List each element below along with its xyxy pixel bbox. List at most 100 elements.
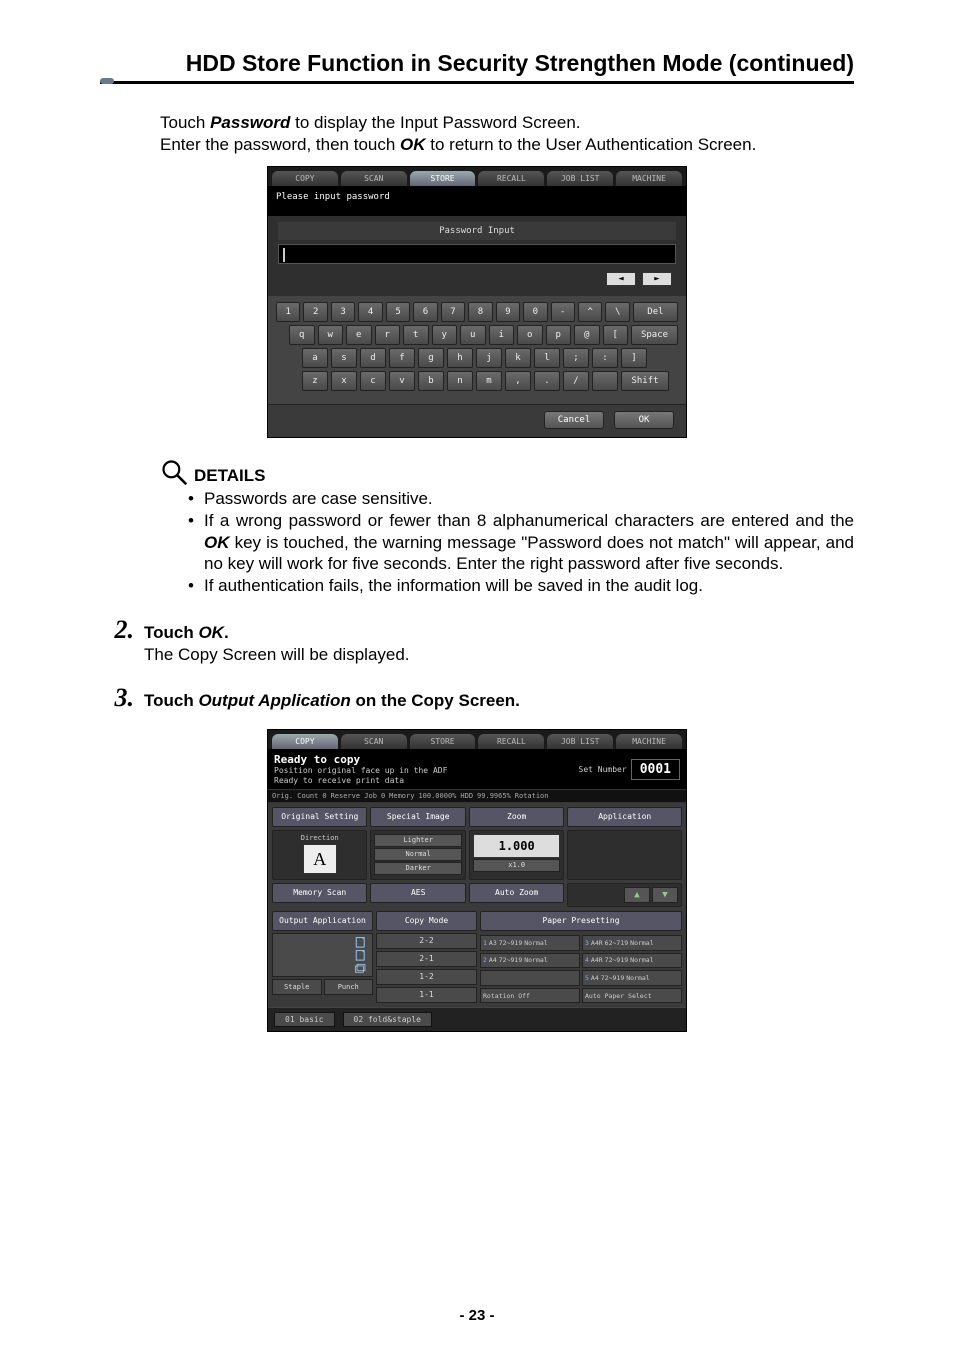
key-h[interactable]: h xyxy=(447,348,473,368)
paper-size: A4R xyxy=(591,956,603,964)
detail-item-2: If a wrong password or fewer than 8 alph… xyxy=(188,510,854,575)
key-0[interactable]: 0 xyxy=(523,302,547,322)
key-at[interactable]: @ xyxy=(574,325,600,345)
key-w[interactable]: w xyxy=(318,325,344,345)
copy-mode-1-1[interactable]: 1-1 xyxy=(376,987,477,1003)
key-slash[interactable]: / xyxy=(563,371,589,391)
key-9[interactable]: 9 xyxy=(496,302,520,322)
copy-mode-2-2[interactable]: 2-2 xyxy=(376,933,477,949)
special-image-button[interactable]: Special Image xyxy=(370,807,465,827)
key-lbracket[interactable]: [ xyxy=(603,325,629,345)
key-m[interactable]: m xyxy=(476,371,502,391)
key-6[interactable]: 6 xyxy=(413,302,437,322)
copy-mode-1-2[interactable]: 1-2 xyxy=(376,969,477,985)
key-2[interactable]: 2 xyxy=(303,302,327,322)
normal-button[interactable]: Normal xyxy=(374,848,461,861)
key-u[interactable]: u xyxy=(460,325,486,345)
ok-button[interactable]: OK xyxy=(614,411,674,429)
key-e[interactable]: e xyxy=(346,325,372,345)
output-application-button[interactable]: Output Application xyxy=(272,911,373,931)
paper-tray-empty[interactable] xyxy=(480,970,580,986)
key-comma[interactable]: , xyxy=(505,371,531,391)
key-c[interactable]: c xyxy=(360,371,386,391)
key-t[interactable]: t xyxy=(403,325,429,345)
key-g[interactable]: g xyxy=(418,348,444,368)
key-backslash[interactable]: \ xyxy=(605,302,629,322)
tab-scan[interactable]: SCAN xyxy=(341,171,407,186)
paper-tray-2[interactable]: 2A4 72~919 Normal xyxy=(480,953,580,969)
key-f[interactable]: f xyxy=(389,348,415,368)
aes-button[interactable]: AES xyxy=(370,883,465,903)
key-i[interactable]: i xyxy=(489,325,515,345)
key-1[interactable]: 1 xyxy=(276,302,300,322)
staple-button[interactable]: Staple xyxy=(272,979,322,995)
paper-tray-1[interactable]: 1A3 72~919 Normal xyxy=(480,935,580,951)
key-3[interactable]: 3 xyxy=(331,302,355,322)
key-period[interactable]: . xyxy=(534,371,560,391)
key-del[interactable]: Del xyxy=(633,302,678,322)
auto-paper-select-button[interactable]: Auto Paper Select xyxy=(582,988,682,1004)
key-j[interactable]: j xyxy=(476,348,502,368)
original-setting-button[interactable]: Original Setting xyxy=(272,807,367,827)
scroll-down-button[interactable]: ▼ xyxy=(652,887,678,903)
tab-machine[interactable]: MACHINE xyxy=(616,171,682,186)
application-button[interactable]: Application xyxy=(567,807,682,827)
paper-tray-5[interactable]: 5A4 72~919 Normal xyxy=(582,970,682,986)
key-n[interactable]: n xyxy=(447,371,473,391)
key-r[interactable]: r xyxy=(375,325,401,345)
tab-copy[interactable]: COPY xyxy=(272,171,338,186)
key-d[interactable]: d xyxy=(360,348,386,368)
key-7[interactable]: 7 xyxy=(441,302,465,322)
key-blank[interactable] xyxy=(592,371,618,391)
punch-button[interactable]: Punch xyxy=(324,979,374,995)
auto-zoom-button[interactable]: Auto Zoom xyxy=(469,883,564,903)
key-p[interactable]: p xyxy=(546,325,572,345)
key-b[interactable]: b xyxy=(418,371,444,391)
tab-machine[interactable]: MACHINE xyxy=(616,734,682,749)
tab-store[interactable]: STORE xyxy=(410,734,476,749)
tab-copy[interactable]: COPY xyxy=(272,734,338,749)
rotation-off-button[interactable]: Rotation Off xyxy=(480,988,580,1004)
key-8[interactable]: 8 xyxy=(468,302,492,322)
tab-recall[interactable]: RECALL xyxy=(478,734,544,749)
key-z[interactable]: z xyxy=(302,371,328,391)
key-caret[interactable]: ^ xyxy=(578,302,602,322)
key-a[interactable]: a xyxy=(302,348,328,368)
tab-recall[interactable]: RECALL xyxy=(478,171,544,186)
caret-right-button[interactable]: ► xyxy=(642,272,672,286)
copy-mode-2-1[interactable]: 2-1 xyxy=(376,951,477,967)
memory-scan-button[interactable]: Memory Scan xyxy=(272,883,367,903)
tab-scan[interactable]: SCAN xyxy=(341,734,407,749)
tab-joblist[interactable]: JOB LIST xyxy=(547,734,613,749)
key-x[interactable]: x xyxy=(331,371,357,391)
key-4[interactable]: 4 xyxy=(358,302,382,322)
key-shift[interactable]: Shift xyxy=(621,371,669,391)
key-k[interactable]: k xyxy=(505,348,531,368)
paper-tray-3[interactable]: 3A4R 62~719 Normal xyxy=(582,935,682,951)
lighter-button[interactable]: Lighter xyxy=(374,834,461,847)
ready-sub1: Position original face up in the ADF xyxy=(274,766,447,776)
caret-left-button[interactable]: ◄ xyxy=(606,272,636,286)
preset-02-foldstaple[interactable]: 02 fold&staple xyxy=(343,1012,432,1027)
zoom-small[interactable]: x1.0 xyxy=(473,859,560,872)
key-o[interactable]: o xyxy=(517,325,543,345)
key-rbracket[interactable]: ] xyxy=(621,348,647,368)
key-v[interactable]: v xyxy=(389,371,415,391)
key-l[interactable]: l xyxy=(534,348,560,368)
key-q[interactable]: q xyxy=(289,325,315,345)
cancel-button[interactable]: Cancel xyxy=(544,411,604,429)
scroll-up-button[interactable]: ▲ xyxy=(624,887,650,903)
tab-store[interactable]: STORE xyxy=(410,171,476,186)
password-field[interactable] xyxy=(278,244,676,264)
tab-joblist[interactable]: JOB LIST xyxy=(547,171,613,186)
key-dash[interactable]: - xyxy=(551,302,575,322)
preset-01-basic[interactable]: 01 basic xyxy=(274,1012,335,1027)
key-space[interactable]: Space xyxy=(631,325,678,345)
key-colon[interactable]: : xyxy=(592,348,618,368)
darker-button[interactable]: Darker xyxy=(374,862,461,875)
key-semicolon[interactable]: ; xyxy=(563,348,589,368)
paper-tray-4[interactable]: 4A4R 72~919 Normal xyxy=(582,953,682,969)
key-5[interactable]: 5 xyxy=(386,302,410,322)
key-s[interactable]: s xyxy=(331,348,357,368)
key-y[interactable]: y xyxy=(432,325,458,345)
